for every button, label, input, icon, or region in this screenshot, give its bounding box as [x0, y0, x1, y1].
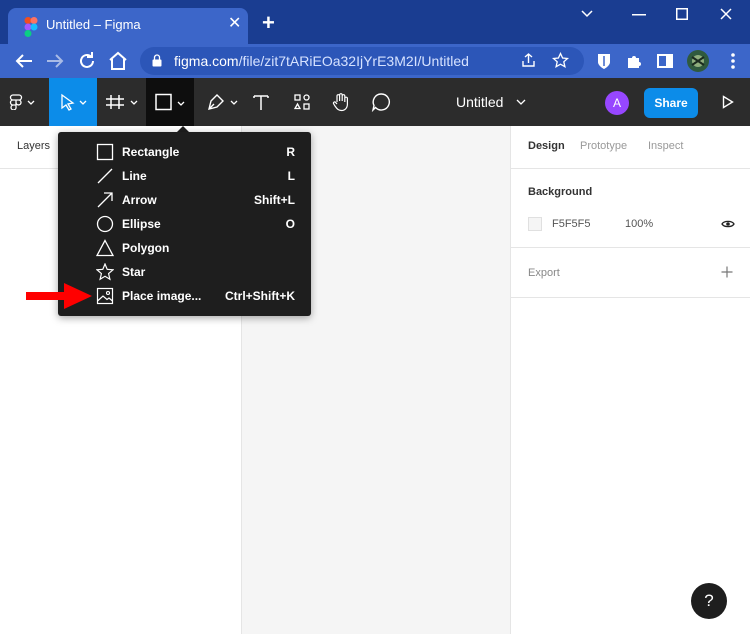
menu-item-shortcut: L [287, 169, 295, 183]
shape-dropdown-menu: Rectangle R Line L Arrow Shift+L Ellipse… [58, 132, 311, 316]
resources-icon [293, 94, 310, 110]
forward-icon[interactable] [43, 49, 67, 73]
export-divider [511, 297, 750, 298]
tab-close-icon[interactable]: ✕ [228, 16, 241, 32]
menu-item-label: Rectangle [122, 145, 180, 159]
main-menu-button[interactable] [0, 78, 48, 126]
image-icon [96, 287, 114, 305]
export-section-title: Export [528, 267, 560, 279]
extensions-puzzle-icon[interactable] [624, 51, 644, 71]
ellipse-icon [96, 215, 114, 233]
url-text: figma.com/file/zit7tARiEOa32IjYrE3M2I/Un… [174, 53, 469, 69]
address-bar[interactable]: figma.com/file/zit7tARiEOa32IjYrE3M2I/Un… [140, 47, 584, 75]
bookmark-star-icon[interactable] [552, 52, 569, 69]
back-icon[interactable] [12, 49, 36, 73]
menu-item-shortcut: O [285, 217, 295, 231]
hand-icon [332, 93, 348, 112]
browser-menu-icon[interactable] [723, 51, 743, 71]
resources-tool-button[interactable] [288, 78, 316, 126]
tab-prototype[interactable]: Prototype [580, 140, 627, 152]
profile-avatar-icon[interactable] [686, 49, 710, 73]
minimize-icon[interactable] [632, 14, 646, 16]
annotation-red-arrow-icon [26, 283, 92, 309]
menu-item-place-image[interactable]: Place image... Ctrl+Shift+K [58, 284, 311, 308]
tab-design[interactable]: Design [528, 140, 565, 152]
url-path: /file/zit7tARiEOa32IjYrE3M2I/Untitled [238, 53, 469, 69]
text-tool-button[interactable] [246, 78, 276, 126]
side-panel-icon[interactable] [655, 51, 675, 71]
background-color-swatch[interactable] [528, 217, 542, 231]
menu-item-line[interactable]: Line L [58, 164, 311, 188]
tab-inspect[interactable]: Inspect [648, 140, 683, 152]
background-hex-value[interactable]: F5F5F5 [552, 218, 591, 230]
rectangle-shape-icon [155, 93, 185, 111]
browser-navbar: figma.com/file/zit7tARiEOa32IjYrE3M2I/Un… [0, 44, 750, 78]
window-close-icon[interactable] [720, 8, 732, 20]
figma-toolbar: Untitled A Share [0, 78, 750, 126]
menu-item-label: Star [122, 265, 146, 279]
bitwarden-extension-icon[interactable] [594, 51, 614, 71]
browser-titlebar: Untitled – Figma ✕ + [0, 0, 750, 44]
text-t-icon [253, 95, 269, 110]
menu-item-label: Polygon [122, 241, 170, 255]
move-tool-button[interactable] [49, 78, 97, 126]
menu-item-star[interactable]: Star [58, 260, 311, 284]
reload-icon[interactable] [75, 49, 99, 73]
menu-item-label: Arrow [122, 193, 157, 207]
menu-item-polygon[interactable]: Polygon [58, 236, 311, 260]
figma-favicon-icon [24, 17, 38, 37]
shape-tool-button[interactable] [146, 78, 194, 126]
lock-icon [152, 54, 162, 67]
background-section-title: Background [528, 186, 593, 198]
add-export-plus-icon[interactable] [721, 266, 733, 278]
frame-hash-icon [106, 95, 138, 109]
pen-tool-button[interactable] [198, 78, 244, 126]
properties-panel: Design Prototype Inspect Background F5F5… [510, 126, 750, 634]
menu-item-label: Place image... [122, 289, 202, 303]
tab-search-chevron-icon[interactable] [580, 9, 594, 19]
comment-bubble-icon [371, 93, 390, 112]
user-avatar[interactable]: A [605, 91, 629, 115]
comment-tool-button[interactable] [366, 78, 396, 126]
new-tab-button[interactable]: + [262, 12, 275, 34]
move-cursor-icon [61, 93, 87, 111]
menu-item-label: Line [122, 169, 147, 183]
arrow-icon [97, 192, 113, 208]
menu-item-rectangle[interactable]: Rectangle R [58, 140, 311, 164]
pen-icon [208, 94, 238, 110]
help-button[interactable]: ? [691, 583, 727, 619]
present-play-icon[interactable] [722, 95, 734, 109]
menu-item-arrow[interactable]: Arrow Shift+L [58, 188, 311, 212]
tabs-divider [511, 168, 750, 169]
url-host: figma.com [174, 53, 239, 69]
menu-item-shortcut: Ctrl+Shift+K [224, 289, 295, 303]
figma-logo-icon [9, 94, 35, 110]
document-title[interactable]: Untitled [456, 94, 503, 110]
browser-tab[interactable]: Untitled – Figma ✕ [8, 8, 248, 44]
menu-item-label: Ellipse [122, 217, 161, 231]
layers-tab[interactable]: Layers [17, 140, 50, 152]
polygon-triangle-icon [96, 239, 114, 257]
menu-item-shortcut: R [286, 145, 295, 159]
menu-item-ellipse[interactable]: Ellipse O [58, 212, 311, 236]
rectangle-icon [96, 143, 114, 161]
background-divider [511, 247, 750, 248]
star-icon [96, 263, 114, 281]
home-icon[interactable] [106, 49, 130, 73]
line-icon [97, 168, 113, 184]
frame-tool-button[interactable] [100, 78, 146, 126]
tab-title: Untitled – Figma [46, 17, 141, 32]
visibility-eye-icon[interactable] [721, 219, 735, 229]
menu-item-shortcut: Shift+L [254, 193, 295, 207]
share-page-icon[interactable] [520, 52, 537, 69]
share-button[interactable]: Share [644, 88, 698, 118]
maximize-icon[interactable] [676, 8, 688, 20]
background-opacity-value[interactable]: 100% [625, 218, 653, 230]
hand-tool-button[interactable] [326, 78, 356, 126]
title-chevron-down-icon[interactable] [516, 98, 526, 106]
